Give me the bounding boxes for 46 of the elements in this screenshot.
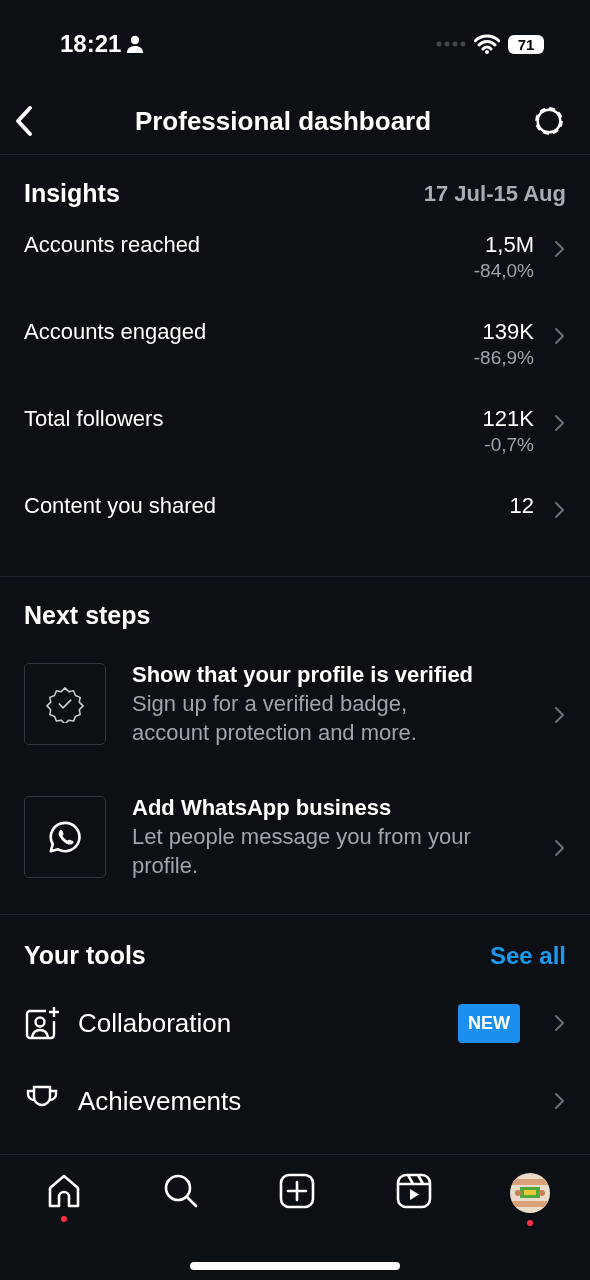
verified-badge-icon [46,684,84,723]
clock-time: 18:21 [60,30,122,58]
chevron-icon [554,705,564,724]
chevron-icon [554,414,564,432]
reels-icon[interactable] [395,1173,432,1209]
chevron-icon [554,327,564,345]
metric-label[interactable]: Accounts reached [24,218,474,258]
metric-change: -86,9% [473,347,534,369]
metric-change: -84,0% [473,260,534,282]
chevron-icon [554,838,564,857]
section-title: Next steps [24,601,151,630]
metric-value: 1,5M [485,232,534,258]
chevron-icon [554,501,564,519]
tool-label[interactable]: Collaboration [78,1007,440,1039]
see-all-link[interactable]: See all [489,941,566,970]
wifi-icon [474,34,500,54]
whatsapp-icon [48,819,82,854]
person-icon [127,35,144,53]
step-description: Sign up for a verified badge, account protection and more. [132,690,418,747]
search-icon[interactable] [162,1173,199,1209]
metric-label[interactable]: Total followers [24,392,483,432]
signal-icon [436,41,466,47]
home-icon[interactable] [46,1173,82,1209]
chevron-icon [554,1092,564,1110]
new-badge: NEW [458,1003,520,1043]
add-icon[interactable] [279,1173,315,1209]
add-person-icon [24,1005,60,1041]
step-title[interactable]: Add WhatsApp business [132,793,488,822]
chevron-icon [554,240,564,258]
metric-label[interactable]: Content you shared [24,479,510,519]
metric-label[interactable]: Accounts engaged [24,305,474,345]
metric-value: 121K [482,406,534,432]
battery-level: 71 [508,34,544,54]
chevron-icon [554,1014,564,1032]
step-title[interactable]: Show that your profile is verified [132,660,488,689]
page-title: Professional dashboard [134,105,432,137]
metric-value: 12 [509,493,534,519]
metric-value: 139K [482,319,534,345]
back-icon[interactable] [14,105,34,137]
tool-label[interactable]: Achievements [78,1085,536,1117]
metric-change: -0,7% [484,434,534,456]
settings-icon[interactable] [532,104,566,138]
section-title: Insights [24,179,120,208]
date-range: 17 Jul-15 Aug [423,180,566,207]
section-title: Your tools [24,941,146,970]
step-description: Let people message you from your profile. [132,823,472,880]
